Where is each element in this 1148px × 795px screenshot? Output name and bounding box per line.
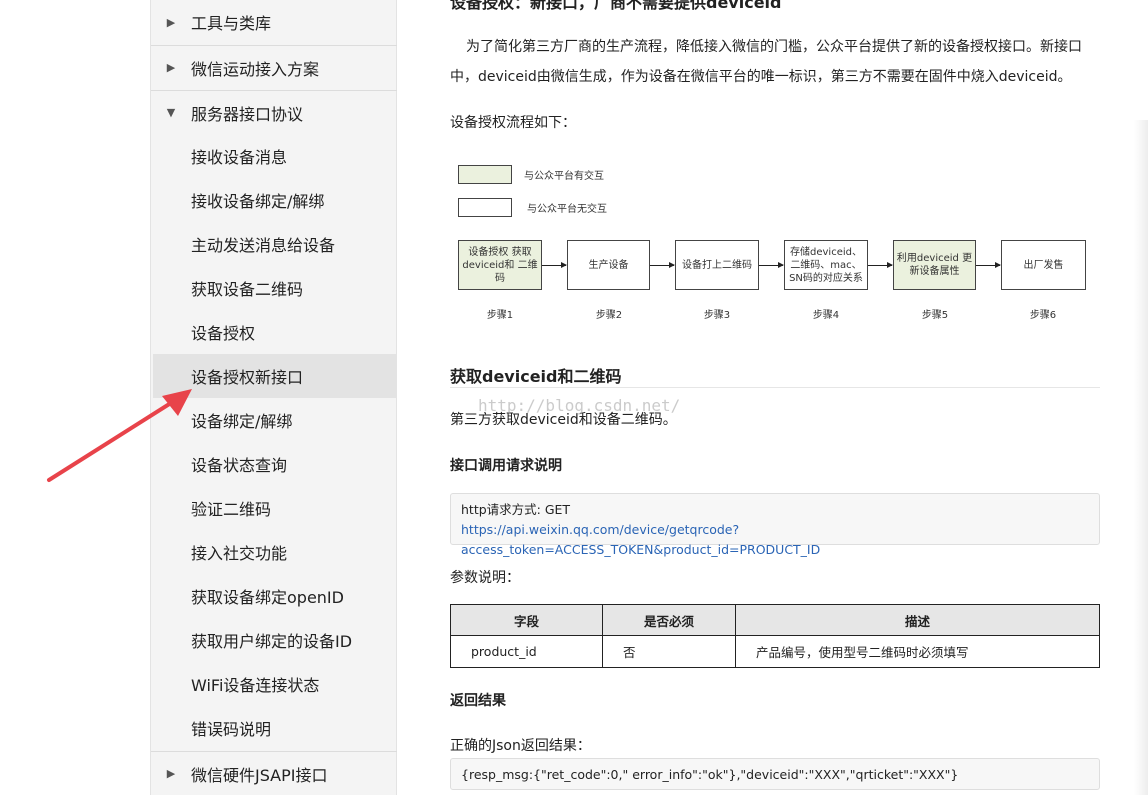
- caret-right-icon: ▶: [166, 767, 176, 780]
- sidebar-item-receive-bind[interactable]: 接收设备绑定/解绑: [151, 178, 397, 222]
- sidebar-item-social[interactable]: 接入社交功能: [151, 530, 397, 574]
- table-row: product_id 否 产品编号，使用型号二维码时必须填写: [450, 635, 1100, 668]
- flow-step-label: 步骤6: [1029, 310, 1057, 321]
- caret-right-icon: ▶: [166, 15, 176, 29]
- result-intro: 正确的Json返回结果：: [450, 738, 591, 754]
- flow-arrow: [868, 262, 893, 268]
- sidebar-item-device-auth[interactable]: 设备授权: [151, 310, 397, 354]
- sidebar-item-bind-openid[interactable]: 获取设备绑定openID: [151, 574, 397, 618]
- sidebar-item-label: 获取设备二维码: [191, 280, 304, 299]
- request-code-block: http请求方式: GET https://api.weixin.qq.com/…: [450, 493, 1100, 557]
- flow-step-label: 步骤3: [703, 310, 731, 321]
- table-header-row: 字段 是否必须 描述: [450, 604, 1100, 636]
- sidebar-group-label: 服务器接口协议: [191, 104, 304, 124]
- caret-right-icon: ▶: [166, 61, 176, 74]
- flow-arrow: [650, 262, 675, 268]
- flow-step-2: 生产设备: [567, 240, 650, 290]
- sidebar-group-jsapi[interactable]: ▶ 微信硬件JSAPI接口: [151, 751, 397, 795]
- heading-divider: [450, 387, 1100, 388]
- sidebar-item-label: 接入社交功能: [191, 544, 288, 563]
- sidebar-item-label: 设备状态查询: [191, 456, 288, 475]
- sidebar-group-tools[interactable]: ▶ 工具与类库: [151, 0, 397, 44]
- table-cell-desc: 产品编号，使用型号二维码时必须填写: [735, 635, 1100, 668]
- sidebar-group-label: 工具与类库: [191, 14, 272, 33]
- intro-line-2: 中，deviceid由微信生成，作为设备在微信平台的唯一标识，第三方不需要在固件…: [450, 69, 1072, 85]
- flow-arrow: [759, 262, 784, 268]
- table-header-cell: 描述: [735, 604, 1100, 636]
- request-method: http请求方式: GET: [461, 502, 571, 517]
- flow-step-label: 步骤5: [921, 310, 949, 321]
- sidebar-item-label: 获取设备绑定openID: [191, 588, 344, 607]
- sidebar-group-server-protocol[interactable]: ▼ 服务器接口协议: [151, 90, 397, 134]
- flow-step-6: 出厂发售: [1001, 240, 1086, 290]
- legend-label-noninteractive: 与公众平台无交互: [527, 204, 607, 215]
- sidebar-group-wechat-sport[interactable]: ▶ 微信运动接入方案: [151, 45, 397, 89]
- table-header-cell: 是否必须: [602, 604, 736, 636]
- sidebar-item-label: WiFi设备连接状态: [191, 676, 320, 695]
- sidebar-item-get-qrcode[interactable]: 获取设备二维码: [151, 266, 397, 310]
- sidebar-item-user-device-id[interactable]: 获取用户绑定的设备ID: [151, 618, 397, 662]
- flow-arrow: [542, 262, 567, 268]
- watermark-text: http://blog.csdn.net/: [478, 396, 681, 415]
- flow-step-4: 存储deviceid、 二维码、mac、 SN码的对应关系: [784, 240, 868, 290]
- sidebar-item-send-msg[interactable]: 主动发送消息给设备: [151, 222, 397, 266]
- sidebar-item-label: 接收设备消息: [191, 148, 288, 167]
- request-url-link[interactable]: https://api.weixin.qq.com/device/getqrco…: [461, 520, 1089, 560]
- result-code-block: {resp_msg:{"ret_code":0," error_info":"o…: [450, 758, 1100, 790]
- flow-intro: 设备授权流程如下：: [450, 115, 576, 131]
- table-header-cell: 字段: [450, 604, 603, 636]
- request-heading: 接口调用请求说明: [450, 458, 562, 474]
- sidebar-group-label: 微信运动接入方案: [191, 59, 320, 79]
- sidebar-item-label: 验证二维码: [191, 500, 272, 519]
- sidebar-group-label: 微信硬件JSAPI接口: [191, 765, 328, 785]
- auth-flow-diagram: 与公众平台有交互 与公众平台无交互 设备授权 获取deviceid和 二维码 生…: [456, 160, 1096, 330]
- sidebar-item-label: 获取用户绑定的设备ID: [191, 632, 353, 651]
- legend-label-interactive: 与公众平台有交互: [524, 171, 604, 182]
- sidebar-item-label: 设备绑定/解绑: [191, 412, 293, 431]
- heading-get-deviceid: 获取deviceid和二维码: [450, 367, 622, 386]
- annotation-arrow-icon: [47, 389, 192, 482]
- sidebar-item-label: 接收设备绑定/解绑: [191, 192, 325, 211]
- flow-step-label: 步骤1: [486, 310, 514, 321]
- legend-swatch-noninteractive: [458, 198, 512, 217]
- flow-arrow: [976, 262, 1001, 268]
- sidebar-item-label: 设备授权新接口: [191, 368, 304, 387]
- sidebar-item-wifi-status[interactable]: WiFi设备连接状态: [151, 662, 397, 706]
- params-heading: 参数说明：: [450, 570, 520, 586]
- flow-step-label: 步骤4: [812, 310, 840, 321]
- caret-down-icon: ▼: [166, 106, 176, 119]
- sidebar-item-label: 设备授权: [191, 324, 256, 343]
- params-table: 字段 是否必须 描述 product_id 否 产品编号，使用型号二维码时必须填…: [450, 604, 1100, 668]
- result-json: {resp_msg:{"ret_code":0," error_info":"o…: [461, 767, 959, 782]
- sidebar-item-label: 主动发送消息给设备: [191, 236, 336, 255]
- sidebar-item-error-codes[interactable]: 错误码说明: [151, 706, 397, 750]
- legend-swatch-interactive: [458, 165, 512, 184]
- flow-step-1: 设备授权 获取deviceid和 二维码: [458, 240, 542, 290]
- result-heading: 返回结果: [450, 693, 506, 709]
- page-edge-shadow: [1134, 120, 1148, 795]
- table-cell-field: product_id: [450, 635, 603, 668]
- intro-line-1: 为了简化第三方厂商的生产流程，降低接入微信的门槛，公众平台提供了新的设备授权接口…: [466, 39, 1082, 55]
- table-cell-required: 否: [602, 635, 736, 668]
- flow-step-3: 设备打上二维码: [675, 240, 759, 290]
- flow-step-5: 利用deviceid 更新设备属性: [893, 240, 976, 290]
- flow-step-label: 步骤2: [595, 310, 623, 321]
- sidebar-item-receive-device-msg[interactable]: 接收设备消息: [151, 134, 397, 178]
- sidebar-item-verify-qrcode[interactable]: 验证二维码: [151, 486, 397, 530]
- section-title: 设备授权：新接口，厂商不需要提供deviceid: [450, 0, 782, 12]
- sidebar-item-label: 错误码说明: [191, 720, 272, 739]
